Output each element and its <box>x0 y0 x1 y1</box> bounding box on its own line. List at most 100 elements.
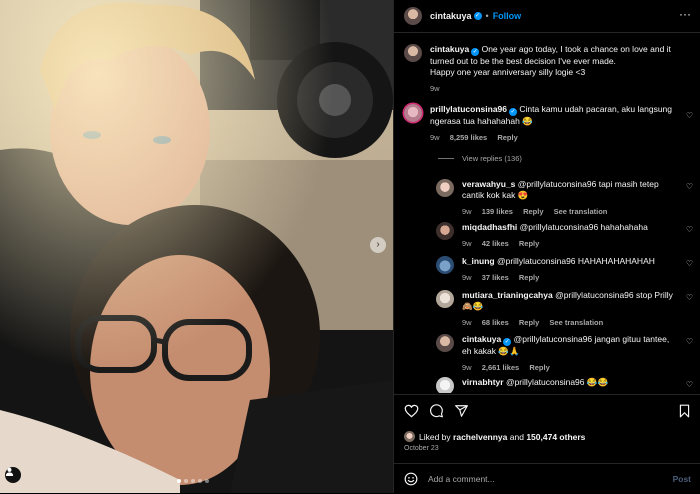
carousel-dot <box>205 479 209 483</box>
reply-likes[interactable]: 42 likes <box>482 239 509 248</box>
reply-likes[interactable]: 37 likes <box>482 273 509 282</box>
emoji-icon[interactable] <box>404 472 418 486</box>
avatar[interactable] <box>404 44 422 62</box>
view-replies-button[interactable]: View replies (136) <box>438 154 522 163</box>
avatar[interactable] <box>436 377 454 393</box>
reply-button[interactable]: Reply <box>523 207 543 216</box>
reply-text: @prillylatuconsina96 HAHAHAHAHAHAH <box>496 256 655 266</box>
comment-likes[interactable]: 8,259 likes <box>450 133 488 142</box>
reply-age: 9w <box>462 239 472 248</box>
reply-item: k_inung @prillylatuconsina96 HAHAHAHAHAH… <box>436 256 676 283</box>
caption-text-line2: Happy one year anniversary silly logie <… <box>430 67 586 77</box>
reply-button[interactable]: Reply <box>519 318 539 327</box>
reply-item: miqdadhasfhi @prillylatuconsina96 hahaha… <box>436 222 676 249</box>
see-translation-button[interactable]: See translation <box>554 207 608 216</box>
comment-input[interactable] <box>428 474 673 484</box>
bookmark-icon[interactable] <box>678 404 691 418</box>
reply-username[interactable]: mutiara_trianingcahya <box>462 290 553 300</box>
comments-list[interactable]: cintakuya ✓ One year ago today, I took a … <box>394 34 700 393</box>
separator-dot: • <box>485 11 489 21</box>
carousel-dot <box>191 479 195 483</box>
avatar <box>404 431 415 442</box>
view-replies-label: View replies (136) <box>462 154 522 163</box>
post-actions: Liked by rachelvennya and 150,474 others… <box>394 394 700 493</box>
comment-username[interactable]: prillylatuconsina96 <box>430 104 507 114</box>
reply-username[interactable]: k_inung <box>462 256 495 266</box>
comment-age: 9w <box>430 133 440 142</box>
reply-username[interactable]: cintakuya <box>462 334 501 344</box>
verified-badge-icon: ✓ <box>471 48 480 56</box>
reply-username[interactable]: verawahyu_s <box>462 179 515 189</box>
reply-likes[interactable]: 2,661 likes <box>482 363 520 372</box>
comment-item: prillylatuconsina96 ✓ Cinta kamu udah pac… <box>404 104 674 143</box>
carousel-dot <box>198 479 202 483</box>
reply-text: @prillylatuconsina96 hahahahaha <box>519 222 648 232</box>
post-header: cintakuya ✓ • Follow ··· <box>394 0 700 33</box>
avatar[interactable] <box>436 179 454 197</box>
reply-age: 9w <box>462 273 472 282</box>
carousel-dot <box>184 479 188 483</box>
heart-icon[interactable]: ♡ <box>686 182 693 191</box>
carousel-dots <box>177 479 209 483</box>
verified-badge-icon: ✓ <box>509 108 517 116</box>
chevron-right-icon: › <box>376 239 380 250</box>
verified-badge-icon: ✓ <box>503 338 512 346</box>
heart-icon[interactable]: ♡ <box>686 225 693 234</box>
photo-illustration <box>0 0 393 493</box>
like-heart-icon[interactable] <box>404 404 419 418</box>
liked-by-and: and <box>509 431 524 442</box>
carousel-dot <box>177 479 181 483</box>
post-date[interactable]: October 23 <box>404 445 439 452</box>
reply-item: virnabhtyr @prillylatuconsina96 😂😂 <box>436 377 676 393</box>
avatar[interactable] <box>436 334 454 352</box>
avatar[interactable] <box>404 104 422 122</box>
share-send-icon[interactable] <box>454 404 469 418</box>
liked-by-prefix: Liked by <box>419 431 451 442</box>
reply-button[interactable]: Reply <box>497 133 517 142</box>
heart-icon[interactable]: ♡ <box>686 293 693 302</box>
reply-item: mutiara_trianingcahya @prillylatuconsina… <box>436 290 676 328</box>
post-side-panel: cintakuya ✓ • Follow ··· cintakuya ✓ One … <box>393 0 700 493</box>
reply-likes[interactable]: 68 likes <box>482 318 509 327</box>
comment-bubble-icon[interactable] <box>429 404 444 418</box>
heart-icon[interactable]: ♡ <box>686 337 693 346</box>
instagram-post: › cintakuya ✓ • Follow ··· cintakuya ✓ O… <box>0 0 700 493</box>
verified-badge-icon: ✓ <box>473 12 482 20</box>
likes-summary[interactable]: Liked by rachelvennya and 150,474 others <box>404 431 585 442</box>
heart-icon[interactable]: ♡ <box>686 259 693 268</box>
see-translation-button[interactable]: See translation <box>549 318 603 327</box>
heart-icon[interactable]: ♡ <box>686 380 693 389</box>
reply-age: 9w <box>462 318 472 327</box>
user-icon <box>5 467 14 476</box>
liked-by-user[interactable]: rachelvennya <box>453 432 507 442</box>
avatar[interactable] <box>436 290 454 308</box>
reply-item: verawahyu_s @prillylatuconsina96 tapi ma… <box>436 179 676 217</box>
reply-age: 9w <box>462 207 472 216</box>
add-comment-bar: Post <box>394 463 700 494</box>
reply-button[interactable]: Reply <box>519 273 539 282</box>
caption-username[interactable]: cintakuya <box>430 44 469 54</box>
reply-text: @prillylatuconsina96 😂😂 <box>505 377 609 387</box>
reply-button[interactable]: Reply <box>529 363 549 372</box>
post-photo[interactable]: › <box>0 0 393 493</box>
reply-button[interactable]: Reply <box>519 239 539 248</box>
liked-by-others[interactable]: 150,474 others <box>526 432 585 442</box>
avatar[interactable] <box>436 222 454 240</box>
follow-button[interactable]: Follow <box>493 11 522 21</box>
tagged-users-button[interactable] <box>5 467 21 483</box>
reply-username[interactable]: miqdadhasfhi <box>462 222 517 232</box>
caption-age: 9w <box>430 84 440 93</box>
divider <box>438 158 454 159</box>
reply-username[interactable]: virnabhtyr <box>462 377 504 387</box>
avatar[interactable] <box>436 256 454 274</box>
post-comment-button[interactable]: Post <box>673 474 691 484</box>
reply-age: 9w <box>462 363 472 372</box>
ellipsis-icon[interactable]: ··· <box>679 8 691 20</box>
avatar[interactable] <box>404 7 422 25</box>
carousel-next-button[interactable]: › <box>370 237 386 253</box>
reply-item: cintakuya ✓ @prillylatuconsina96 jangan g… <box>436 334 676 373</box>
reply-likes[interactable]: 139 likes <box>482 207 513 216</box>
heart-icon[interactable]: ♡ <box>686 111 693 120</box>
caption: cintakuya ✓ One year ago today, I took a … <box>404 44 689 94</box>
header-username[interactable]: cintakuya <box>430 11 472 21</box>
